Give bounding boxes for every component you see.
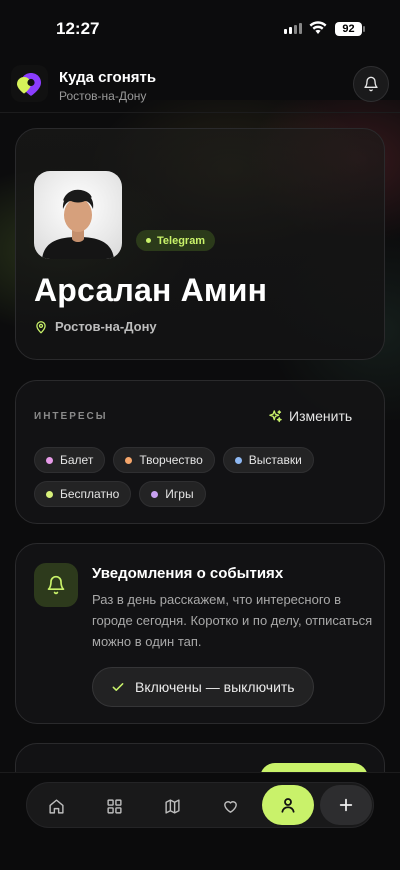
home-icon [48,798,64,814]
battery-indicator: 92 [335,22,365,36]
chip-dot-icon [151,490,159,498]
app-city: Ростов-на-Дону [59,89,147,103]
profile-card: Telegram Арсалан Амин Ростов-на-Дону [15,128,385,360]
badge-dot-icon [146,238,151,243]
chip-dot-icon [46,490,53,498]
chip-label: Игры [165,487,194,501]
profile-icon [281,798,295,813]
notifications-description: Раз в день расскажем, что интересного в … [92,592,373,649]
chip-label: Творчество [139,453,203,467]
heart-icon [223,800,237,813]
interests-card: ИНТЕРЕСЫ Изменить Балет Творчество Выста… [15,380,385,524]
chip-label: Балет [60,453,94,467]
interests-label: ИНТЕРЕСЫ [34,411,108,422]
chip-dot-icon [125,456,133,464]
notifications-title: Уведомления о событиях [92,565,284,582]
telegram-badge: Telegram [136,230,216,251]
chip-label: Бесплатно [60,487,120,501]
add-event-button[interactable] [320,785,372,825]
profile-location-label: Ростов-на-Дону [55,319,157,334]
nav-map[interactable] [152,783,192,829]
plus-icon [339,798,353,812]
notifications-toggle-label: Включены — выключить [135,679,295,695]
notifications-card: Уведомления о событиях Раз в день расска… [15,543,385,724]
interest-chip[interactable]: Бесплатно [34,481,132,507]
nav-favorites[interactable] [210,783,250,829]
cellular-signal-icon [284,23,302,34]
bell-icon [364,76,378,92]
nav-home[interactable] [36,783,76,829]
status-time: 12:27 [56,19,100,38]
edit-interests-label: Изменить [289,408,353,424]
avatar[interactable] [34,171,122,259]
interest-chip[interactable]: Игры [139,481,206,507]
chip-label: Выставки [248,453,302,467]
interest-chip[interactable]: Выставки [222,447,314,473]
bell-icon [47,575,65,595]
sparkle-icon [269,409,282,422]
nav-profile[interactable] [262,785,314,825]
app-header: Куда сгонять Ростов-на-Дону [0,60,400,108]
interest-chip[interactable]: Балет [34,447,106,473]
edit-interests-button[interactable]: Изменить [268,408,352,424]
app-logo [11,65,48,102]
bottom-nav [26,782,374,828]
notification-icon-tile [34,563,78,607]
map-icon [164,798,180,814]
chip-dot-icon [46,456,53,464]
profile-location: Ростов-на-Дону [34,319,157,334]
notifications-toggle-button[interactable]: Включены — выключить [92,667,314,707]
profile-name: Арсалан Амин [34,272,268,308]
chip-dot-icon [234,456,242,464]
interest-chips: Балет Творчество Выставки Бесплатно Игры [34,447,374,507]
location-pin-icon [36,320,46,333]
app-title: Куда сгонять [59,69,157,86]
wifi-icon [309,21,327,40]
header-divider [0,112,400,113]
status-bar: 12:27 92 [0,0,400,56]
grid-icon [106,798,122,814]
notifications-button[interactable] [353,66,389,102]
nav-catalog[interactable] [94,783,134,829]
telegram-badge-label: Telegram [157,234,206,247]
interest-chip[interactable]: Творчество [113,447,215,473]
check-icon [112,683,124,691]
